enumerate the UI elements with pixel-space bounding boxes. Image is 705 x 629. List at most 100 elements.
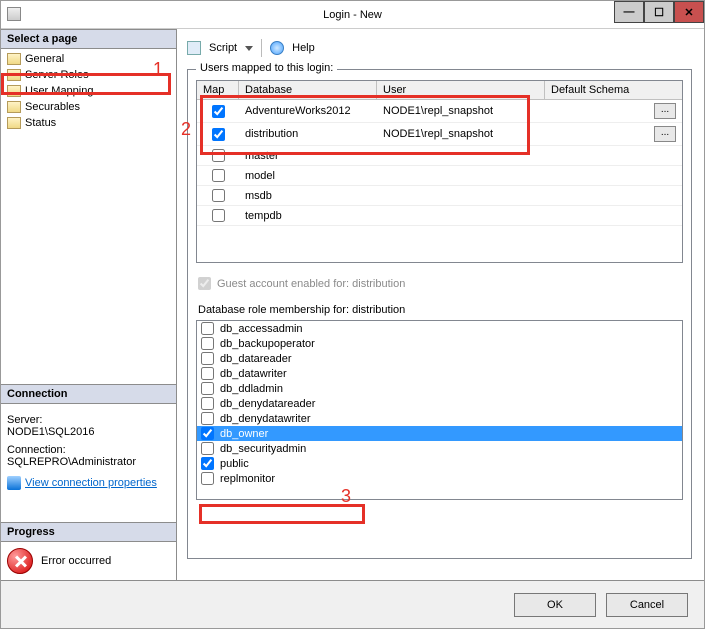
role-name: db_ddladmin [220,383,283,395]
cell-database: tempdb [239,206,377,225]
separator [261,39,262,57]
window-title: Login - New [323,9,382,21]
role-name: db_denydatawriter [220,413,311,425]
nav-label: Status [25,117,56,129]
script-dropdown-icon[interactable] [245,46,253,51]
table-row[interactable]: model [197,166,682,186]
nav-general[interactable]: General [1,51,176,67]
role-checkbox[interactable] [201,457,214,470]
map-checkbox[interactable] [212,128,225,141]
role-checkbox[interactable] [201,472,214,485]
grid-header: Map Database User Default Schema [197,81,682,100]
role-item[interactable]: db_denydatareader [197,396,682,411]
role-item[interactable]: db_securityadmin [197,441,682,456]
ok-button[interactable]: OK [514,593,596,617]
role-checkbox[interactable] [201,442,214,455]
role-checkbox[interactable] [201,337,214,350]
cell-database: distribution [239,123,377,145]
cell-user: NODE1\repl_snapshot [377,123,545,145]
connection-field-label: Connection: [7,444,170,456]
schema-browse-button[interactable]: ... [654,126,676,142]
guest-label: Guest account enabled for: distribution [217,278,405,290]
col-user[interactable]: User [377,81,545,99]
script-icon [187,41,201,55]
role-item[interactable]: db_datawriter [197,366,682,381]
mapping-section-label: Users mapped to this login: [196,62,337,74]
nav-server-roles[interactable]: Server Roles [1,67,176,83]
cell-schema [545,186,682,205]
connection-body: Server: NODE1\SQL2016 Connection: SQLREP… [1,404,176,494]
role-checkbox[interactable] [201,352,214,365]
role-item[interactable]: db_ddladmin [197,381,682,396]
role-item[interactable]: public [197,456,682,471]
map-checkbox[interactable] [212,169,225,182]
help-button[interactable]: Help [292,42,315,54]
page-icon [7,101,21,113]
nav-label: General [25,53,64,65]
role-item[interactable]: replmonitor [197,471,682,486]
nav-status[interactable]: Status [1,115,176,131]
table-row[interactable]: AdventureWorks2012NODE1\repl_snapshot... [197,100,682,123]
help-icon [270,41,284,55]
cell-database: AdventureWorks2012 [239,100,377,122]
cell-database: master [239,146,377,165]
table-row[interactable]: msdb [197,186,682,206]
map-checkbox[interactable] [212,149,225,162]
server-value: NODE1\SQL2016 [7,426,170,438]
role-item[interactable]: db_datareader [197,351,682,366]
role-item[interactable]: db_denydatawriter [197,411,682,426]
view-connection-properties-link[interactable]: View connection properties [7,476,170,490]
cell-user: NODE1\repl_snapshot [377,100,545,122]
properties-icon [7,476,21,490]
page-icon [7,117,21,129]
dialog-footer: OK Cancel [1,580,704,628]
map-checkbox[interactable] [212,189,225,202]
server-label: Server: [7,414,170,426]
map-checkbox[interactable] [212,209,225,222]
schema-browse-button[interactable]: ... [654,103,676,119]
role-name: db_backupoperator [220,338,315,350]
user-mapping-grid: Map Database User Default Schema Adventu… [196,80,683,263]
annotation-number-3: 3 [341,486,351,507]
annotation-number-2: 2 [181,119,191,140]
role-checkbox[interactable] [201,382,214,395]
cancel-button[interactable]: Cancel [606,593,688,617]
role-checkbox[interactable] [201,427,214,440]
map-checkbox[interactable] [212,105,225,118]
table-row[interactable]: tempdb [197,206,682,226]
cell-schema: ... [545,123,682,145]
cell-schema [545,206,682,225]
nav-user-mapping[interactable]: User Mapping [1,83,176,99]
role-checkbox[interactable] [201,322,214,335]
app-icon [7,7,21,21]
role-name: db_securityadmin [220,443,306,455]
col-default-schema[interactable]: Default Schema [545,81,682,99]
role-checkbox[interactable] [201,412,214,425]
role-checkbox[interactable] [201,397,214,410]
col-map[interactable]: Map [197,81,239,99]
maximize-button[interactable]: ☐ [644,1,674,23]
nav-label: Server Roles [25,69,89,81]
script-button[interactable]: Script [209,42,237,54]
page-icon [7,85,21,97]
role-item[interactable]: db_owner [197,426,682,441]
cell-user [377,146,545,165]
cell-schema: ... [545,100,682,122]
table-row[interactable]: master [197,146,682,166]
right-panel: Script Help Users mapped to this login: … [177,29,704,580]
close-button[interactable]: ✕ [674,1,704,23]
col-database[interactable]: Database [239,81,377,99]
select-page-header: Select a page [1,29,176,49]
role-item[interactable]: db_accessadmin [197,321,682,336]
title-bar: Login - New — ☐ ✕ [1,1,704,29]
page-icon [7,69,21,81]
cell-user [377,206,545,225]
left-panel: Select a page General Server Roles User … [1,29,177,580]
role-item[interactable]: db_backupoperator [197,336,682,351]
role-checkbox[interactable] [201,367,214,380]
roles-list[interactable]: db_accessadmin db_backupoperatordb_datare… [196,320,683,500]
nav-securables[interactable]: Securables [1,99,176,115]
minimize-button[interactable]: — [614,1,644,23]
page-icon [7,53,21,65]
table-row[interactable]: distributionNODE1\repl_snapshot... [197,123,682,146]
